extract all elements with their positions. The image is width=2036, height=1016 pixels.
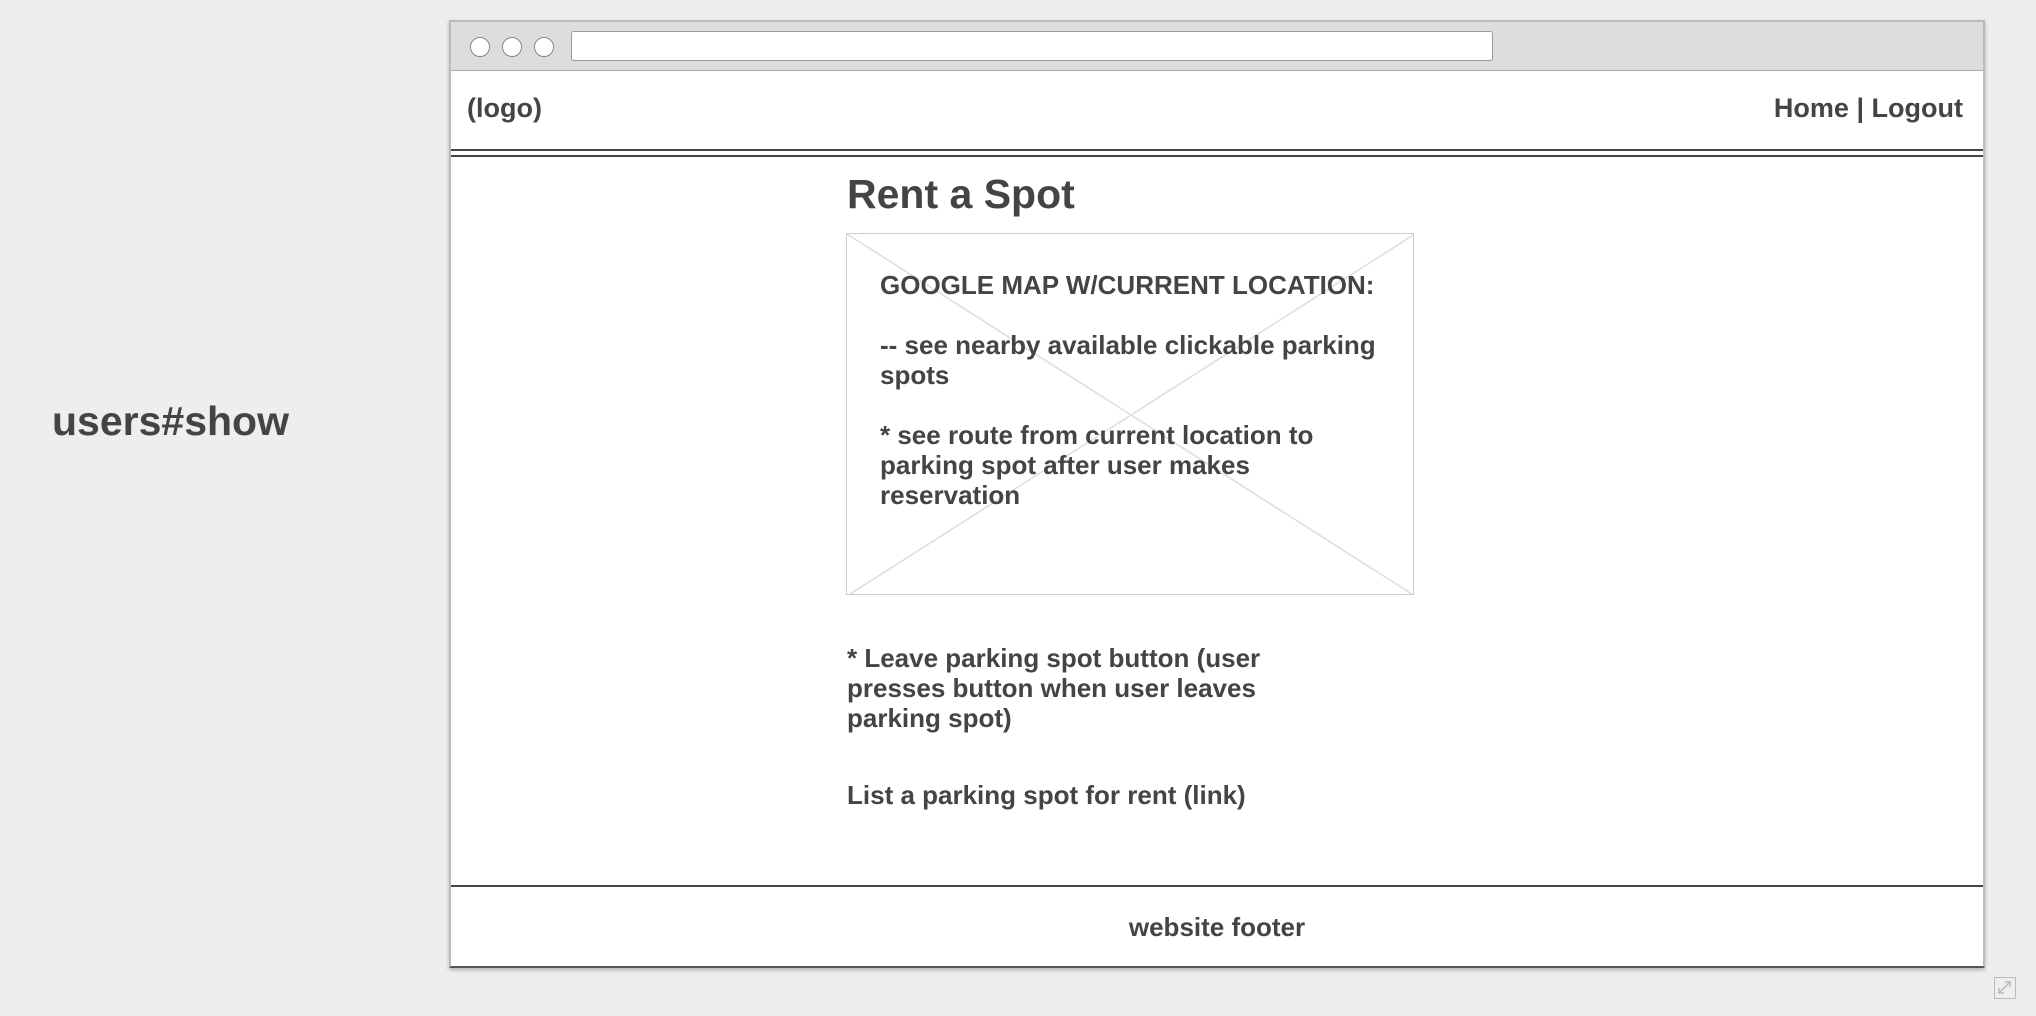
nav-logout-link[interactable]: Logout [1872,93,1963,123]
page-title: Rent a Spot [847,171,1075,217]
site-header: (logo) Home | Logout [451,71,1983,151]
map-description: GOOGLE MAP W/CURRENT LOCATION: -- see ne… [880,270,1380,540]
browser-chrome [451,22,1983,71]
window-close-icon[interactable] [470,37,490,57]
nav-separator: | [1856,93,1865,123]
page-label: users#show [52,398,289,444]
leave-spot-button-note[interactable]: * Leave parking spot button (user presse… [847,643,1327,733]
map-note-route: * see route from current location to par… [880,420,1314,510]
map-placeholder[interactable]: GOOGLE MAP W/CURRENT LOCATION: -- see ne… [846,233,1414,595]
nav-links: Home | Logout [1774,93,1963,124]
map-heading: GOOGLE MAP W/CURRENT LOCATION: [880,270,1375,300]
list-spot-link[interactable]: List a parking spot for rent (link) [847,780,1246,811]
main-content: Rent a Spot GOOGLE MAP W/CURRENT LOCATIO… [451,155,1983,885]
window-minimize-icon[interactable] [502,37,522,57]
expand-icon[interactable] [1994,977,2016,999]
logo[interactable]: (logo) [467,93,542,124]
address-bar[interactable] [571,31,1493,61]
window-maximize-icon[interactable] [534,37,554,57]
map-note-nearby: -- see nearby available clickable parkin… [880,330,1376,390]
nav-home-link[interactable]: Home [1774,93,1849,123]
site-footer: website footer [451,885,1983,968]
browser-window: (logo) Home | Logout Rent a Spot GOOGLE … [449,20,1985,968]
footer-text: website footer [1128,912,1306,942]
